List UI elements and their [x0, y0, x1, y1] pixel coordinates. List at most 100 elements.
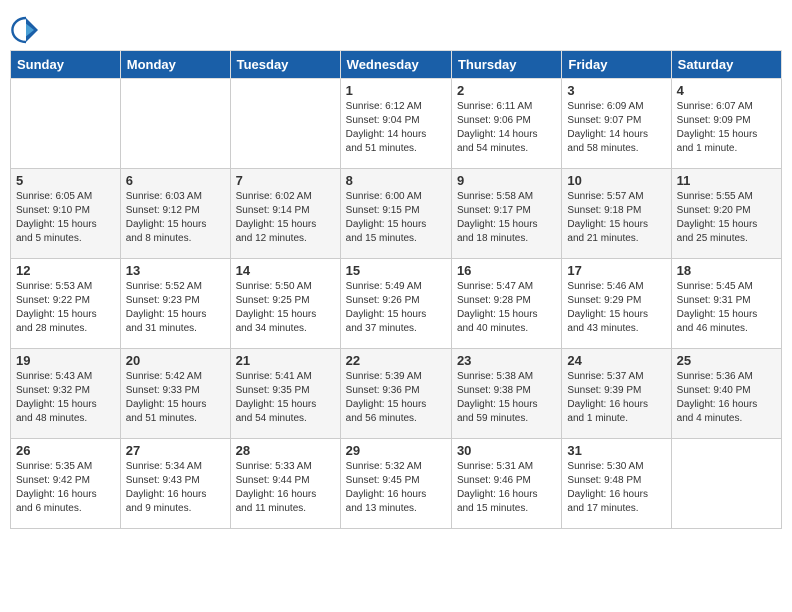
calendar-day-cell: 28 Sunrise: 5:33 AM Sunset: 9:44 PM Dayli… — [230, 439, 340, 529]
day-info: Sunrise: 6:09 AM Sunset: 9:07 PM Dayligh… — [567, 100, 665, 156]
day-number: 10 — [567, 173, 665, 188]
day-info: Sunrise: 6:12 AM Sunset: 9:04 PM Dayligh… — [346, 100, 446, 156]
day-number: 2 — [457, 83, 556, 98]
column-header-sunday: Sunday — [11, 51, 121, 79]
day-info: Sunrise: 6:02 AM Sunset: 9:14 PM Dayligh… — [236, 190, 335, 246]
calendar-day-cell: 27 Sunrise: 5:34 AM Sunset: 9:43 PM Dayli… — [120, 439, 230, 529]
calendar-day-cell: 4 Sunrise: 6:07 AM Sunset: 9:09 PM Daylig… — [671, 79, 781, 169]
day-info: Sunrise: 5:33 AM Sunset: 9:44 PM Dayligh… — [236, 460, 335, 516]
calendar-week-row: 19 Sunrise: 5:43 AM Sunset: 9:32 PM Dayli… — [11, 349, 782, 439]
day-number: 29 — [346, 443, 446, 458]
day-number: 20 — [126, 353, 225, 368]
logo — [10, 14, 44, 46]
calendar-day-cell: 15 Sunrise: 5:49 AM Sunset: 9:26 PM Dayli… — [340, 259, 451, 349]
calendar-day-cell: 21Sunrise: 5:41 AM Sunset: 9:35 PM Dayli… — [230, 349, 340, 439]
day-number: 6 — [126, 173, 225, 188]
day-info: Sunrise: 6:11 AM Sunset: 9:06 PM Dayligh… — [457, 100, 556, 156]
calendar-day-cell: 29 Sunrise: 5:32 AM Sunset: 9:45 PM Dayli… — [340, 439, 451, 529]
day-info: Sunrise: 6:05 AM Sunset: 9:10 PM Dayligh… — [16, 190, 115, 246]
empty-cell — [671, 439, 781, 529]
empty-cell — [120, 79, 230, 169]
calendar-day-cell: 31 Sunrise: 5:30 AM Sunset: 9:48 PM Dayli… — [562, 439, 671, 529]
column-header-tuesday: Tuesday — [230, 51, 340, 79]
calendar-day-cell: 25Sunrise: 5:36 AM Sunset: 9:40 PM Dayli… — [671, 349, 781, 439]
calendar-day-cell: 17Sunrise: 5:46 AM Sunset: 9:29 PM Dayli… — [562, 259, 671, 349]
day-info: Sunrise: 5:47 AM Sunset: 9:28 PM Dayligh… — [457, 280, 556, 336]
day-number: 9 — [457, 173, 556, 188]
day-info: Sunrise: 5:45 AM Sunset: 9:31 PM Dayligh… — [677, 280, 776, 336]
calendar-day-cell: 6Sunrise: 6:03 AM Sunset: 9:12 PM Daylig… — [120, 169, 230, 259]
day-info: Sunrise: 5:58 AM Sunset: 9:17 PM Dayligh… — [457, 190, 556, 246]
day-info: Sunrise: 5:53 AM Sunset: 9:22 PM Dayligh… — [16, 280, 115, 336]
day-info: Sunrise: 6:07 AM Sunset: 9:09 PM Dayligh… — [677, 100, 776, 156]
calendar-day-cell: 30 Sunrise: 5:31 AM Sunset: 9:46 PM Dayli… — [451, 439, 561, 529]
column-header-thursday: Thursday — [451, 51, 561, 79]
day-number: 22 — [346, 353, 446, 368]
day-number: 26 — [16, 443, 115, 458]
column-header-saturday: Saturday — [671, 51, 781, 79]
calendar-day-cell: 11Sunrise: 5:55 AM Sunset: 9:20 PM Dayli… — [671, 169, 781, 259]
calendar-week-row: 12 Sunrise: 5:53 AM Sunset: 9:22 PM Dayli… — [11, 259, 782, 349]
day-info: Sunrise: 5:41 AM Sunset: 9:35 PM Dayligh… — [236, 370, 335, 426]
column-header-monday: Monday — [120, 51, 230, 79]
day-number: 24 — [567, 353, 665, 368]
day-number: 28 — [236, 443, 335, 458]
column-header-friday: Friday — [562, 51, 671, 79]
day-number: 25 — [677, 353, 776, 368]
day-number: 30 — [457, 443, 556, 458]
day-info: Sunrise: 6:00 AM Sunset: 9:15 PM Dayligh… — [346, 190, 446, 246]
column-header-wednesday: Wednesday — [340, 51, 451, 79]
day-info: Sunrise: 5:37 AM Sunset: 9:39 PM Dayligh… — [567, 370, 665, 426]
day-info: Sunrise: 5:32 AM Sunset: 9:45 PM Dayligh… — [346, 460, 446, 516]
calendar-table: SundayMondayTuesdayWednesdayThursdayFrid… — [10, 50, 782, 529]
day-number: 4 — [677, 83, 776, 98]
day-info: Sunrise: 5:43 AM Sunset: 9:32 PM Dayligh… — [16, 370, 115, 426]
day-number: 13 — [126, 263, 225, 278]
day-number: 31 — [567, 443, 665, 458]
day-number: 3 — [567, 83, 665, 98]
day-info: Sunrise: 5:46 AM Sunset: 9:29 PM Dayligh… — [567, 280, 665, 336]
day-number: 8 — [346, 173, 446, 188]
calendar-week-row: 26Sunrise: 5:35 AM Sunset: 9:42 PM Dayli… — [11, 439, 782, 529]
logo-icon — [10, 14, 42, 46]
day-info: Sunrise: 5:30 AM Sunset: 9:48 PM Dayligh… — [567, 460, 665, 516]
day-info: Sunrise: 5:34 AM Sunset: 9:43 PM Dayligh… — [126, 460, 225, 516]
calendar-day-cell: 14Sunrise: 5:50 AM Sunset: 9:25 PM Dayli… — [230, 259, 340, 349]
calendar-day-cell: 22 Sunrise: 5:39 AM Sunset: 9:36 PM Dayli… — [340, 349, 451, 439]
day-number: 15 — [346, 263, 446, 278]
calendar-day-cell: 8 Sunrise: 6:00 AM Sunset: 9:15 PM Daylig… — [340, 169, 451, 259]
calendar-day-cell: 3 Sunrise: 6:09 AM Sunset: 9:07 PM Daylig… — [562, 79, 671, 169]
day-info: Sunrise: 5:31 AM Sunset: 9:46 PM Dayligh… — [457, 460, 556, 516]
calendar-day-cell: 9 Sunrise: 5:58 AM Sunset: 9:17 PM Daylig… — [451, 169, 561, 259]
calendar-day-cell: 19 Sunrise: 5:43 AM Sunset: 9:32 PM Dayli… — [11, 349, 121, 439]
calendar-week-row: 1Sunrise: 6:12 AM Sunset: 9:04 PM Daylig… — [11, 79, 782, 169]
day-number: 12 — [16, 263, 115, 278]
calendar-header-row: SundayMondayTuesdayWednesdayThursdayFrid… — [11, 51, 782, 79]
calendar-week-row: 5Sunrise: 6:05 AM Sunset: 9:10 PM Daylig… — [11, 169, 782, 259]
empty-cell — [11, 79, 121, 169]
day-number: 19 — [16, 353, 115, 368]
day-number: 23 — [457, 353, 556, 368]
calendar-day-cell: 13 Sunrise: 5:52 AM Sunset: 9:23 PM Dayli… — [120, 259, 230, 349]
day-number: 11 — [677, 173, 776, 188]
day-number: 14 — [236, 263, 335, 278]
calendar-day-cell: 5Sunrise: 6:05 AM Sunset: 9:10 PM Daylig… — [11, 169, 121, 259]
calendar-day-cell: 2 Sunrise: 6:11 AM Sunset: 9:06 PM Daylig… — [451, 79, 561, 169]
calendar-day-cell: 20 Sunrise: 5:42 AM Sunset: 9:33 PM Dayli… — [120, 349, 230, 439]
day-info: Sunrise: 5:52 AM Sunset: 9:23 PM Dayligh… — [126, 280, 225, 336]
day-info: Sunrise: 5:42 AM Sunset: 9:33 PM Dayligh… — [126, 370, 225, 426]
calendar-day-cell: 10Sunrise: 5:57 AM Sunset: 9:18 PM Dayli… — [562, 169, 671, 259]
day-number: 18 — [677, 263, 776, 278]
day-number: 7 — [236, 173, 335, 188]
calendar-day-cell: 26Sunrise: 5:35 AM Sunset: 9:42 PM Dayli… — [11, 439, 121, 529]
page-header — [10, 10, 782, 46]
calendar-day-cell: 12 Sunrise: 5:53 AM Sunset: 9:22 PM Dayli… — [11, 259, 121, 349]
day-number: 16 — [457, 263, 556, 278]
day-info: Sunrise: 5:49 AM Sunset: 9:26 PM Dayligh… — [346, 280, 446, 336]
calendar-day-cell: 7 Sunrise: 6:02 AM Sunset: 9:14 PM Daylig… — [230, 169, 340, 259]
calendar-day-cell: 18 Sunrise: 5:45 AM Sunset: 9:31 PM Dayli… — [671, 259, 781, 349]
day-info: Sunrise: 5:38 AM Sunset: 9:38 PM Dayligh… — [457, 370, 556, 426]
day-number: 27 — [126, 443, 225, 458]
calendar-day-cell: 23 Sunrise: 5:38 AM Sunset: 9:38 PM Dayli… — [451, 349, 561, 439]
day-info: Sunrise: 5:39 AM Sunset: 9:36 PM Dayligh… — [346, 370, 446, 426]
